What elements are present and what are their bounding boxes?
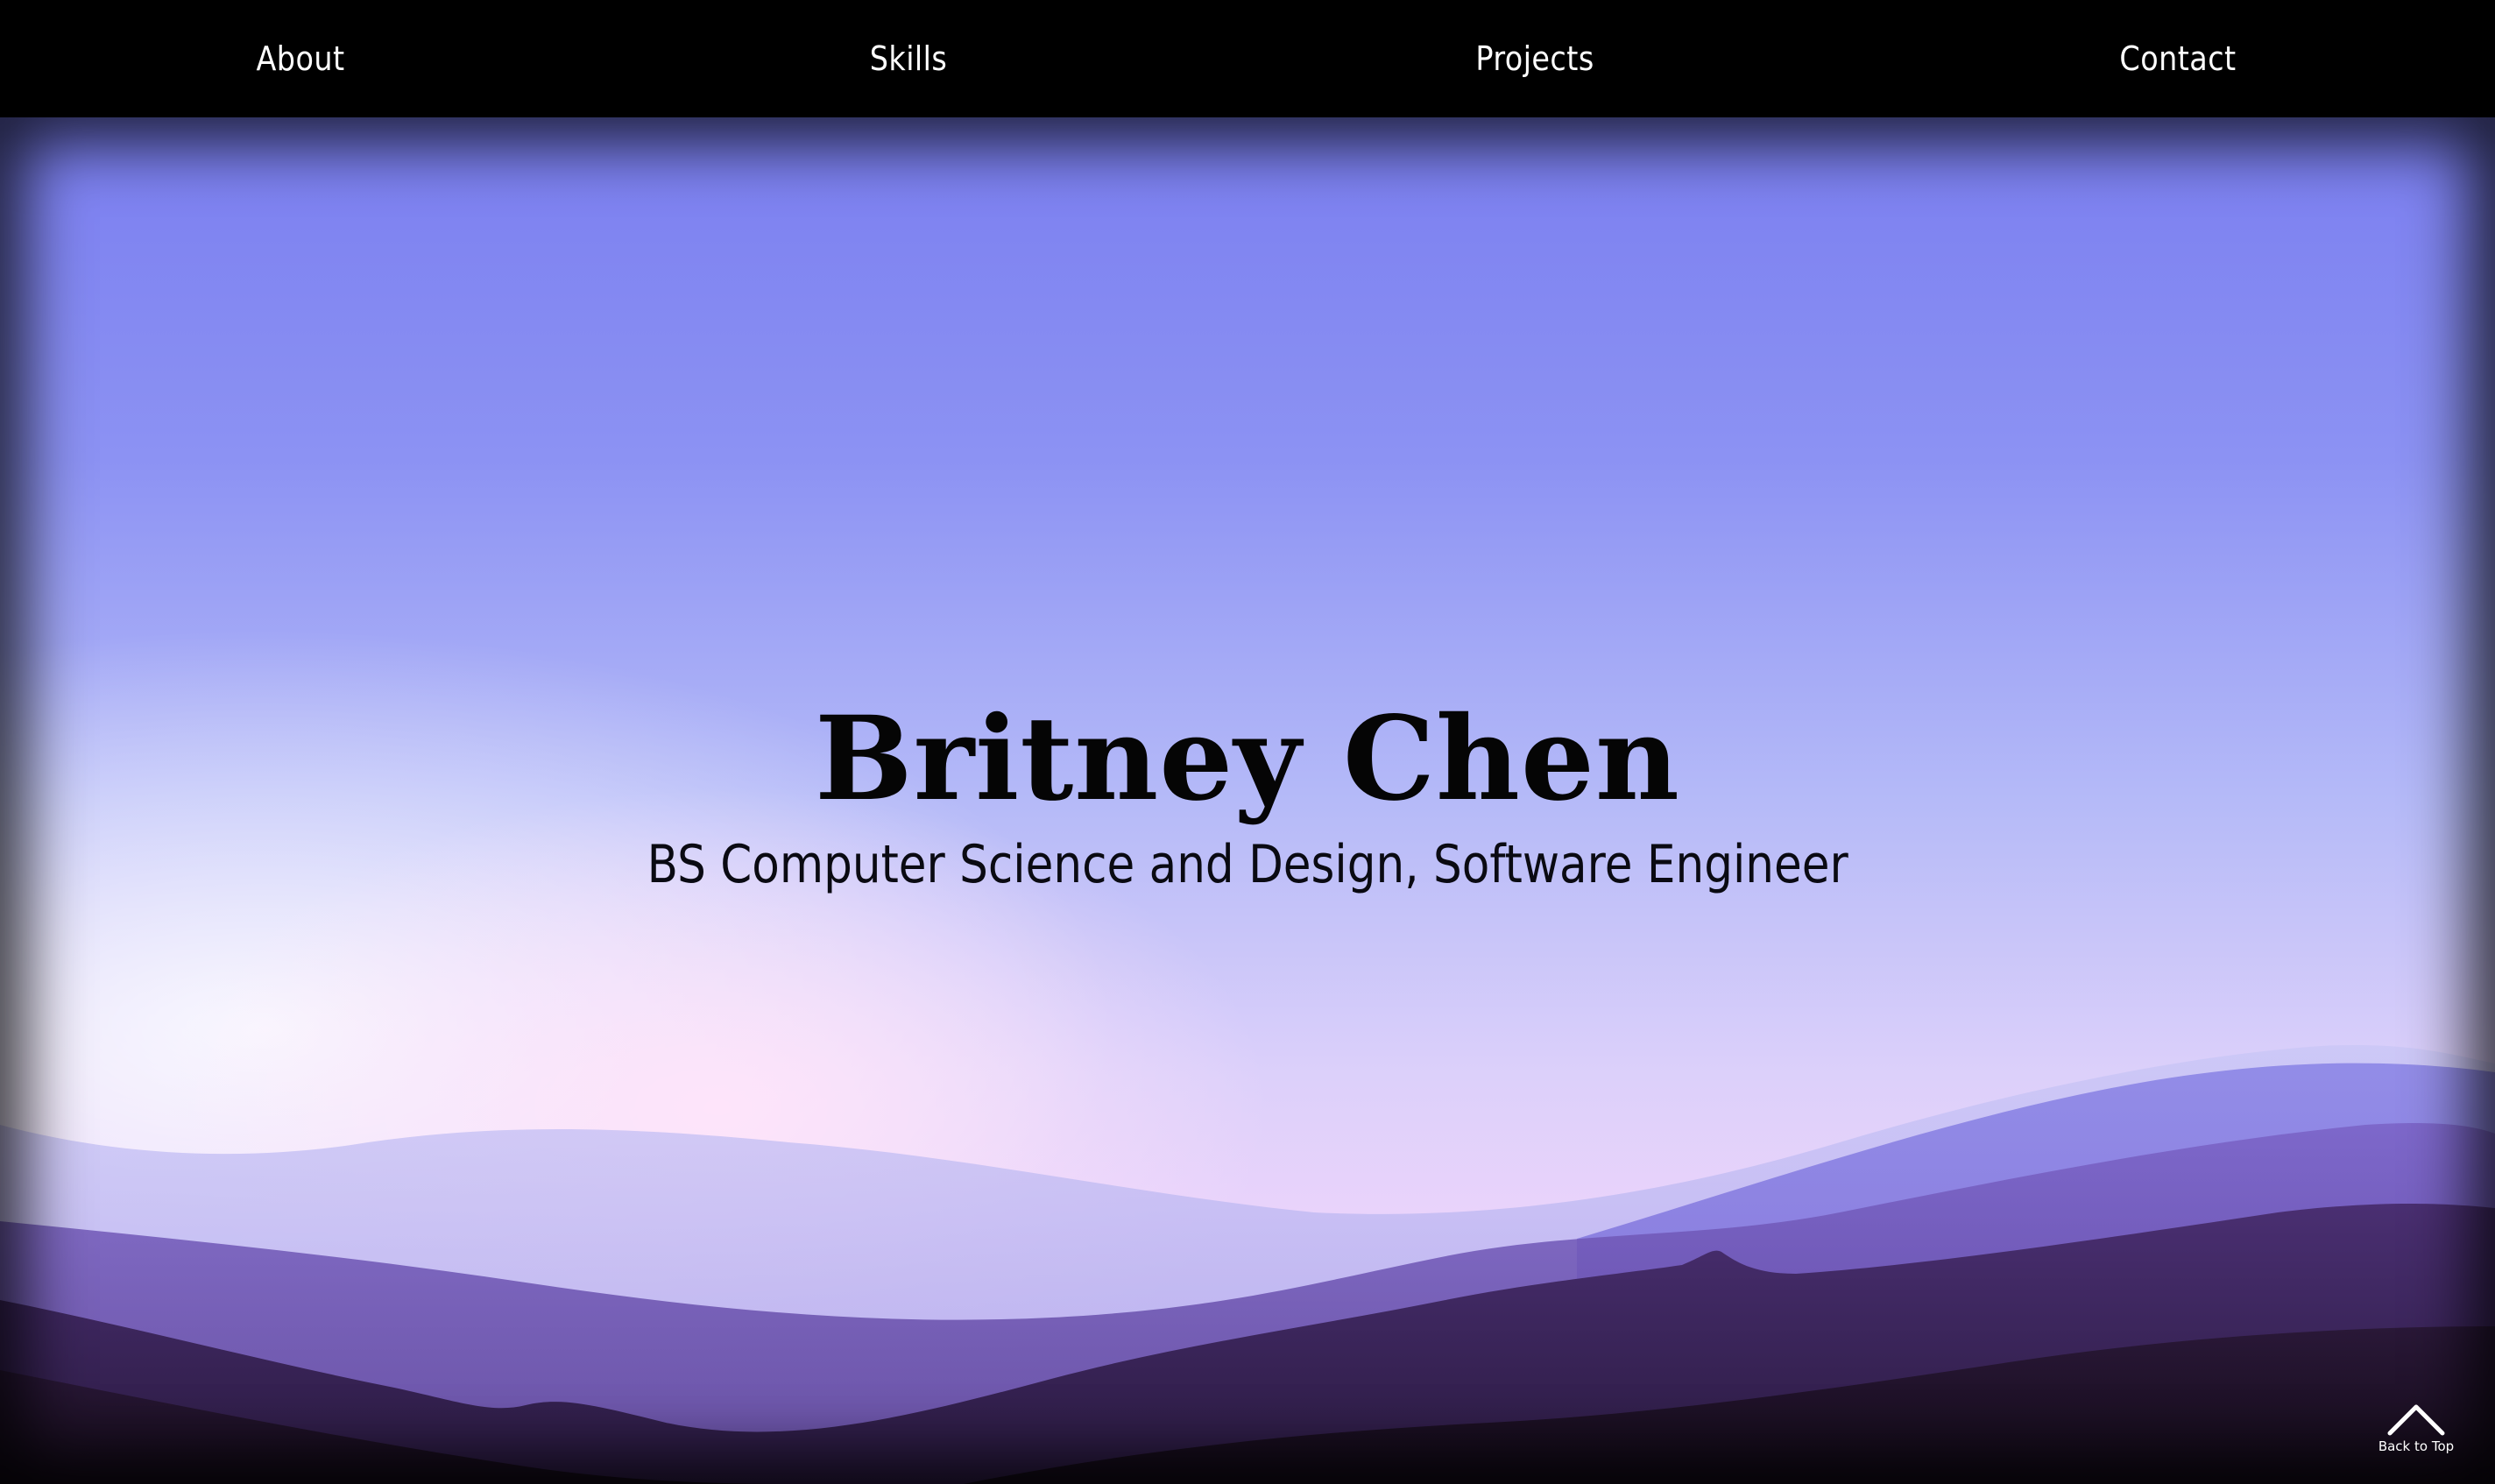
hero-section: Britney Chen BS Computer Science and Des…: [0, 117, 2495, 1484]
back-to-top-button[interactable]: Back to Top: [2372, 1402, 2460, 1466]
nav-link-projects[interactable]: Projects: [1475, 0, 1594, 117]
nav-link-about[interactable]: About: [256, 0, 344, 117]
nav-link-contact[interactable]: Contact: [2119, 0, 2236, 117]
hero-subtitle-text: BS Computer Science and Design, Software…: [647, 834, 1848, 895]
chevron-up-icon: [2387, 1404, 2445, 1436]
hero-name-heading: Britney Chen: [815, 691, 1680, 827]
top-navigation-bar: About Skills Projects Contact: [0, 0, 2495, 117]
hero-subtitle: BS Computer Science and Design, Software…: [0, 834, 2495, 895]
back-to-top-label: Back to Top: [2378, 1438, 2455, 1454]
nav-link-skills[interactable]: Skills: [870, 0, 948, 117]
